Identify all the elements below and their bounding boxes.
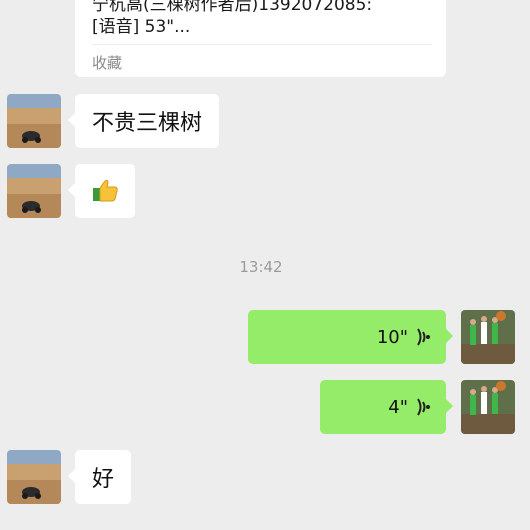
avatar-image-icon [7, 450, 61, 504]
avatar-image-icon [461, 310, 515, 364]
avatar-image-icon [7, 164, 61, 218]
contact-avatar[interactable] [7, 450, 61, 504]
avatar-image-icon [461, 380, 515, 434]
message-bubble[interactable]: 好 [67, 450, 132, 504]
contact-avatar[interactable] [7, 164, 61, 218]
my-avatar[interactable] [461, 310, 515, 364]
message-text: 好 [92, 467, 115, 492]
voice-wave-icon [417, 328, 430, 346]
card-divider [92, 44, 432, 45]
voice-duration: 10" [376, 326, 408, 348]
message-text: 不贵三棵树 [92, 111, 203, 136]
card-tag: 收藏 [92, 54, 123, 72]
voice-message-bubble[interactable]: 4" [320, 380, 453, 434]
message-bubble[interactable] [68, 164, 135, 218]
contact-avatar[interactable] [7, 94, 61, 148]
avatar-image-icon [7, 94, 61, 148]
timestamp: 13:42 [239, 258, 283, 276]
thumbs-up-icon [93, 179, 118, 202]
card-line-2: [语音] 53"... [92, 17, 191, 37]
favorite-card[interactable]: 宁杭高(三棵树作者后)1392072085: [语音] 53"... 收藏 [75, 0, 446, 77]
voice-duration: 4" [388, 396, 408, 418]
voice-wave-icon [417, 398, 430, 416]
voice-message-bubble[interactable]: 10" [248, 310, 453, 364]
my-avatar[interactable] [461, 380, 515, 434]
message-bubble[interactable]: 不贵三棵树 [67, 94, 220, 148]
